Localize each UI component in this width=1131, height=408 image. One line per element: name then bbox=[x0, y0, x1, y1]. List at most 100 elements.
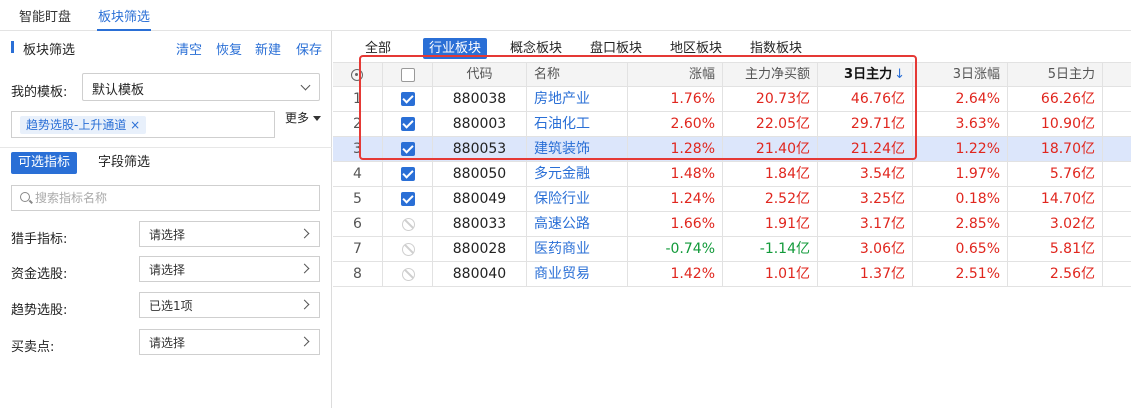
row-main-3d: 3.17亿 bbox=[818, 212, 913, 236]
header-main-3d[interactable]: 3日主力 ↓ bbox=[818, 63, 913, 87]
header-main-5d[interactable]: 5日主力 bbox=[1008, 63, 1103, 87]
row-change: 1.76% bbox=[628, 87, 723, 111]
row-name-link[interactable]: 商业贸易 bbox=[527, 262, 628, 286]
row-name-link[interactable]: 石油化工 bbox=[527, 112, 628, 136]
table-row[interactable]: 8 880040 商业贸易 1.42% 1.01亿 1.37亿 2.51% 2.56亿 bbox=[333, 262, 1131, 287]
chevron-down-icon bbox=[300, 80, 311, 91]
checkbox-checked-icon[interactable] bbox=[401, 192, 415, 206]
tab-index[interactable]: 指数板块 bbox=[744, 38, 808, 59]
row-net-main: 1.91亿 bbox=[723, 212, 818, 236]
row-index: 3 bbox=[333, 137, 383, 161]
tab-market[interactable]: 盘口板块 bbox=[584, 38, 648, 59]
tab-sector-filter[interactable]: 板块筛选 bbox=[97, 7, 152, 31]
filter-select-hunter[interactable]: 请选择 bbox=[139, 221, 320, 247]
row-checkbox-cell bbox=[383, 237, 433, 261]
header-net-main[interactable]: 主力净买额 bbox=[723, 63, 818, 87]
checkbox-checked-icon[interactable] bbox=[401, 167, 415, 181]
chevron-right-icon bbox=[299, 336, 310, 347]
table-row[interactable]: 7 880028 医药商业 -0.74% -1.14亿 3.06亿 0.65% 5.81亿 bbox=[333, 237, 1131, 262]
checkbox-icon[interactable] bbox=[401, 68, 415, 82]
template-label: 我的模板: bbox=[11, 85, 68, 100]
row-name-link[interactable]: 保险行业 bbox=[527, 187, 628, 211]
target-icon[interactable] bbox=[351, 69, 363, 81]
template-select[interactable]: 默认模板 bbox=[82, 73, 320, 101]
selected-tag[interactable]: 趋势选股-上升通道 × bbox=[20, 116, 147, 134]
row-main-5d: 5.76亿 bbox=[1008, 162, 1103, 186]
selected-tags-box[interactable]: 趋势选股-上升通道 × bbox=[11, 111, 275, 138]
row-name-link[interactable]: 医药商业 bbox=[527, 237, 628, 261]
save-button[interactable]: 保存 bbox=[296, 39, 322, 58]
filter-value: 已选1项 bbox=[149, 299, 193, 313]
row-main-5d: 3.02亿 bbox=[1008, 212, 1103, 236]
tab-industry[interactable]: 行业板块 bbox=[423, 38, 488, 59]
header-name[interactable]: 名称 bbox=[527, 63, 628, 87]
row-code: 880028 bbox=[433, 237, 527, 261]
category-tabs: 全部 行业板块 概念板块 盘口板块 地区板块 指数板块 bbox=[333, 37, 1131, 61]
row-code: 880040 bbox=[433, 262, 527, 286]
checkbox-checked-icon[interactable] bbox=[401, 142, 415, 156]
row-name-link[interactable]: 多元金融 bbox=[527, 162, 628, 186]
filter-label-capital: 资金选股: bbox=[11, 267, 68, 282]
filter-label-buysell: 买卖点: bbox=[11, 340, 55, 355]
tab-available-indicators[interactable]: 可选指标 bbox=[11, 152, 78, 174]
row-code: 880003 bbox=[433, 112, 527, 136]
tab-region[interactable]: 地区板块 bbox=[664, 38, 728, 59]
filter-value: 请选择 bbox=[149, 336, 186, 350]
filter-panel: 板块筛选 清空 恢复 新建 保存 我的模板: 默认模板 趋势选股-上升通道 × … bbox=[0, 31, 332, 408]
table-row[interactable]: 1 880038 房地产业 1.76% 20.73亿 46.76亿 2.64% 66.26亿 bbox=[333, 87, 1131, 112]
filter-label-hunter: 猎手指标: bbox=[11, 232, 68, 247]
ban-icon bbox=[402, 218, 415, 231]
filter-select-capital[interactable]: 请选择 bbox=[139, 256, 320, 282]
row-index: 1 bbox=[333, 87, 383, 111]
chevron-right-icon bbox=[299, 228, 310, 239]
checkbox-checked-icon[interactable] bbox=[401, 117, 415, 131]
filter-select-buysell[interactable]: 请选择 bbox=[139, 329, 320, 355]
filter-panel-header: 板块筛选 清空 恢复 新建 保存 bbox=[0, 31, 332, 63]
chevron-right-icon bbox=[299, 263, 310, 274]
header-change[interactable]: 涨幅 bbox=[628, 63, 723, 87]
filter-label-trend: 趋势选股: bbox=[11, 303, 68, 318]
row-net-main: 21.40亿 bbox=[723, 137, 818, 161]
new-button[interactable]: 新建 bbox=[255, 39, 281, 58]
row-change-3d: 2.85% bbox=[913, 212, 1008, 236]
sort-desc-icon: ↓ bbox=[894, 67, 905, 82]
filter-select-trend[interactable]: 已选1项 bbox=[139, 292, 320, 318]
row-main-3d: 3.06亿 bbox=[818, 237, 913, 261]
more-dropdown[interactable]: 更多 bbox=[285, 109, 322, 126]
row-name-link[interactable]: 房地产业 bbox=[527, 87, 628, 111]
row-index: 6 bbox=[333, 212, 383, 236]
row-main-5d: 66.26亿 bbox=[1008, 87, 1103, 111]
row-net-main: 2.52亿 bbox=[723, 187, 818, 211]
restore-button[interactable]: 恢复 bbox=[216, 39, 242, 58]
row-index: 7 bbox=[333, 237, 383, 261]
indicator-search-input[interactable] bbox=[35, 189, 305, 207]
tab-smart-watch[interactable]: 智能盯盘 bbox=[19, 7, 71, 31]
row-main-3d: 46.76亿 bbox=[818, 87, 913, 111]
header-change-3d[interactable]: 3日涨幅 bbox=[913, 63, 1008, 87]
row-change-3d: 2.64% bbox=[913, 87, 1008, 111]
row-main-3d: 21.24亿 bbox=[818, 137, 913, 161]
table-row[interactable]: 4 880050 多元金融 1.48% 1.84亿 3.54亿 1.97% 5.76亿 bbox=[333, 162, 1131, 187]
filter-sub-tabs: 可选指标 字段筛选 bbox=[0, 147, 332, 175]
row-checkbox-cell bbox=[383, 137, 433, 161]
table-row[interactable]: 5 880049 保险行业 1.24% 2.52亿 3.25亿 0.18% 14.70亿 bbox=[333, 187, 1131, 212]
tab-field-filter[interactable]: 字段筛选 bbox=[91, 152, 157, 174]
header-code[interactable]: 代码 bbox=[433, 63, 527, 87]
table-row[interactable]: 3 880053 建筑装饰 1.28% 21.40亿 21.24亿 1.22% 18.70亿 bbox=[333, 137, 1131, 162]
row-change-3d: 0.65% bbox=[913, 237, 1008, 261]
header-main-3d-label: 3日主力 bbox=[844, 67, 893, 82]
checkbox-checked-icon[interactable] bbox=[401, 92, 415, 106]
tab-all[interactable]: 全部 bbox=[359, 38, 397, 59]
clear-button[interactable]: 清空 bbox=[176, 39, 202, 58]
row-net-main: 1.84亿 bbox=[723, 162, 818, 186]
header-index bbox=[333, 63, 383, 87]
row-change-3d: 1.22% bbox=[913, 137, 1008, 161]
table-header: 代码 名称 涨幅 主力净买额 3日主力 ↓ 3日涨幅 5日主力 bbox=[333, 62, 1131, 87]
table-row[interactable]: 6 880033 高速公路 1.66% 1.91亿 3.17亿 2.85% 3.02亿 bbox=[333, 212, 1131, 237]
tab-concept[interactable]: 概念板块 bbox=[504, 38, 568, 59]
row-name-link[interactable]: 高速公路 bbox=[527, 212, 628, 236]
chevron-right-icon bbox=[299, 299, 310, 310]
table-row[interactable]: 2 880003 石油化工 2.60% 22.05亿 29.71亿 3.63% 10.90亿 bbox=[333, 112, 1131, 137]
row-name-link[interactable]: 建筑装饰 bbox=[527, 137, 628, 161]
row-checkbox-cell bbox=[383, 112, 433, 136]
